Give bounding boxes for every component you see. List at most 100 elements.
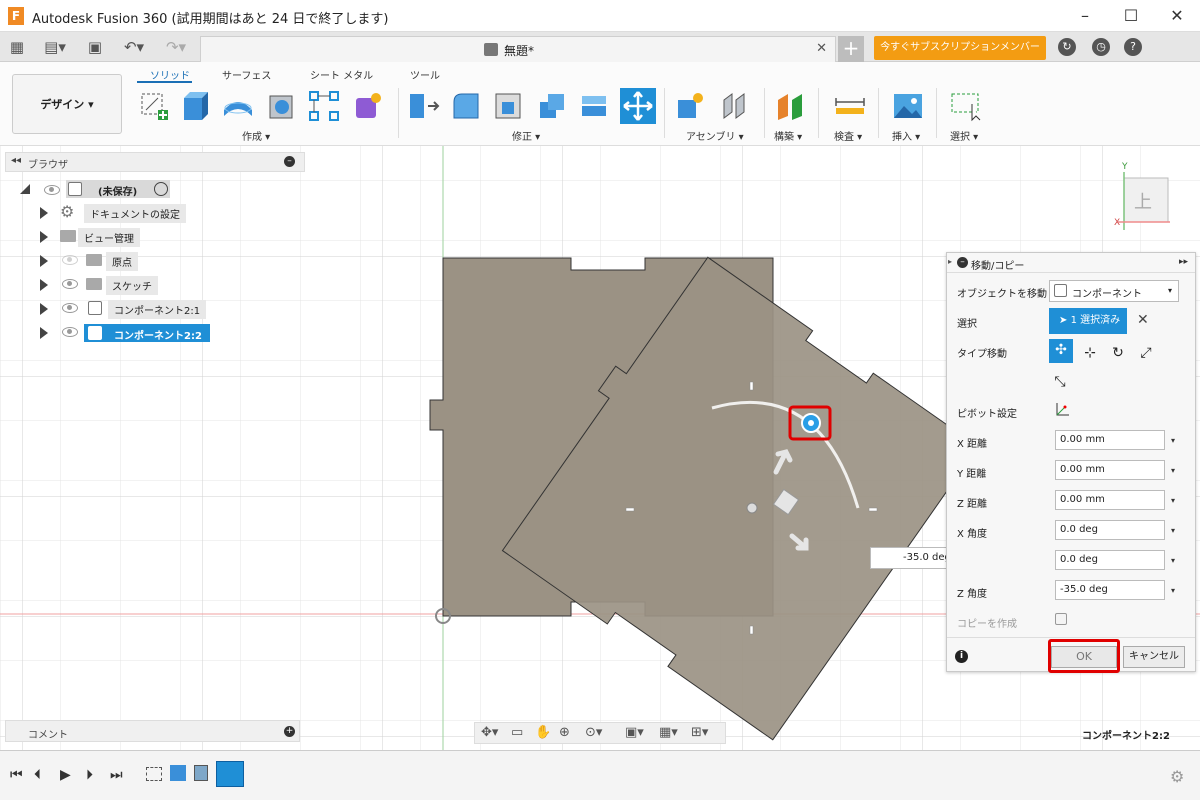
chevron-down-icon[interactable]: ▾	[1171, 496, 1175, 505]
workspace-switcher[interactable]: デザイン ▾	[12, 74, 122, 134]
free-move-icon[interactable]: ✣	[1049, 339, 1073, 363]
browser-panel-header[interactable]: ◂◂ ブラウザ –	[5, 152, 305, 172]
timeline-extrude-icon[interactable]	[170, 765, 186, 781]
pattern-icon[interactable]	[308, 90, 340, 122]
measure-icon[interactable]	[834, 90, 866, 122]
create-copy-checkbox[interactable]	[1055, 613, 1067, 625]
create-sketch-icon[interactable]	[138, 90, 170, 122]
browser-item-origin[interactable]: 原点	[40, 252, 280, 272]
browser-item-component-2-2[interactable]: コンポーネント2:2	[40, 324, 280, 344]
chevron-down-icon[interactable]: ▾	[1171, 526, 1175, 535]
group-select[interactable]: 選択 ▾	[950, 128, 978, 143]
chevron-down-icon[interactable]: ▾	[1171, 466, 1175, 475]
point-to-point-icon[interactable]: ⤢	[1135, 342, 1157, 364]
close-tab-icon[interactable]: ✕	[816, 41, 827, 56]
press-pull-icon[interactable]	[408, 90, 440, 122]
create-form-icon[interactable]	[352, 90, 384, 122]
chevron-down-icon[interactable]: ▾	[1171, 586, 1175, 595]
grid-settings-icon[interactable]: ▦▾	[659, 725, 678, 740]
collapse-browser-icon[interactable]: ◂◂	[11, 155, 21, 166]
select-window-icon[interactable]	[950, 90, 982, 122]
expand-triangle-icon[interactable]	[40, 327, 48, 339]
revolve-icon[interactable]	[222, 90, 254, 122]
fillet-icon[interactable]	[450, 90, 482, 122]
dialog-expand-icon[interactable]: ▸▸	[1179, 257, 1188, 267]
browser-item-sketches[interactable]: スケッチ	[40, 276, 280, 296]
expand-triangle-icon[interactable]	[40, 231, 48, 243]
browser-item-document-settings[interactable]: ⚙ ドキュメントの設定	[40, 204, 280, 224]
z-distance-input[interactable]: 0.00 mm	[1055, 490, 1165, 510]
dialog-header[interactable]: – 移動/コピー ▸ ▸▸	[947, 253, 1195, 273]
browser-item-component-2-1[interactable]: コンポーネント2:1	[40, 300, 280, 320]
timeline-settings-gear-icon[interactable]: ⚙	[1170, 767, 1184, 786]
go-to-end-icon[interactable]: ⏭	[110, 767, 123, 783]
selection-button[interactable]: ➤ 1 選択済み	[1049, 308, 1127, 334]
x-distance-input[interactable]: 0.00 mm	[1055, 430, 1165, 450]
visibility-eye-icon[interactable]	[62, 279, 78, 289]
viewcube-label[interactable]: 上	[1134, 188, 1152, 214]
activate-radio-icon[interactable]	[154, 182, 168, 196]
browser-root[interactable]: (未保存)	[20, 180, 280, 200]
redo-icon[interactable]: ↷▾	[160, 37, 192, 57]
point-to-position-icon[interactable]: ⤡	[1049, 371, 1071, 393]
tab-surface[interactable]: サーフェス	[222, 67, 271, 82]
go-to-start-icon[interactable]: ⏮	[10, 767, 23, 783]
offset-plane-icon[interactable]	[774, 90, 806, 122]
expand-triangle-icon[interactable]	[40, 303, 48, 315]
x-angle-input[interactable]: 0.0 deg	[1055, 520, 1165, 540]
chevron-down-icon[interactable]: ▾	[1171, 556, 1175, 565]
zoom-icon[interactable]: ⊕	[559, 725, 570, 740]
save-icon[interactable]: ▣	[86, 37, 104, 57]
combine-icon[interactable]	[536, 90, 568, 122]
group-create[interactable]: 作成 ▾	[242, 128, 270, 143]
comment-panel-header[interactable]: コメント +	[5, 720, 300, 742]
group-inspect[interactable]: 検査 ▾	[834, 128, 862, 143]
minimize-button[interactable]: –	[1062, 0, 1108, 32]
clear-selection-icon[interactable]: ✕	[1137, 312, 1149, 328]
rotate-icon[interactable]: ↻	[1107, 342, 1129, 364]
grid-menu-icon[interactable]: ▦	[8, 37, 26, 57]
tab-tools[interactable]: ツール	[410, 67, 440, 82]
job-status-icon[interactable]: ↻	[1058, 38, 1076, 56]
document-tab[interactable]: 無題* ✕	[200, 36, 836, 62]
new-tab-button[interactable]: +	[838, 36, 864, 62]
orbit-icon[interactable]: ✥▾	[481, 725, 498, 740]
visibility-eye-icon[interactable]	[44, 185, 60, 195]
group-insert[interactable]: 挿入 ▾	[892, 128, 920, 143]
visibility-eye-icon[interactable]	[62, 327, 78, 337]
set-pivot-icon[interactable]	[1053, 401, 1071, 419]
help-icon[interactable]: ?	[1124, 38, 1142, 56]
move-copy-icon[interactable]	[620, 88, 656, 124]
expand-triangle-icon[interactable]	[40, 255, 48, 267]
visibility-eye-icon[interactable]	[62, 303, 78, 313]
hidden-eye-icon[interactable]	[62, 255, 78, 265]
expand-triangle-icon[interactable]	[40, 207, 48, 219]
object-select[interactable]: コンポーネント ▾	[1049, 280, 1179, 302]
step-back-icon[interactable]: ⏴	[34, 767, 41, 783]
group-assembly[interactable]: アセンブリ ▾	[686, 128, 744, 143]
history-clock-icon[interactable]: ◷	[1092, 38, 1110, 56]
display-settings-icon[interactable]: ▣▾	[625, 725, 644, 740]
subscribe-button[interactable]: 今すぐサブスクリプションメンバーに...	[874, 36, 1046, 77]
extrude-icon[interactable]	[180, 90, 212, 122]
y-angle-input[interactable]: 0.0 deg	[1055, 550, 1165, 570]
offset-face-icon[interactable]	[578, 90, 610, 122]
chamfer-icon[interactable]	[492, 90, 524, 122]
browser-item-named-views[interactable]: ビュー管理	[40, 228, 280, 248]
pan-hand-icon[interactable]: ✋	[535, 725, 551, 740]
fit-icon[interactable]: ⊙▾	[585, 725, 602, 740]
z-angle-input[interactable]: -35.0 deg	[1055, 580, 1165, 600]
add-comment-icon[interactable]: +	[284, 726, 295, 737]
viewports-icon[interactable]: ⊞▾	[691, 725, 708, 740]
tab-sheet-metal[interactable]: シート メタル	[310, 67, 373, 82]
step-forward-icon[interactable]: ⏵	[86, 767, 93, 783]
y-distance-input[interactable]: 0.00 mm	[1055, 460, 1165, 480]
undo-icon[interactable]: ↶▾	[118, 37, 150, 57]
cancel-button[interactable]: キャンセル	[1123, 646, 1185, 668]
group-construct[interactable]: 構築 ▾	[774, 128, 802, 143]
expand-triangle-icon[interactable]	[40, 279, 48, 291]
collapse-triangle-icon[interactable]	[20, 184, 30, 194]
info-icon[interactable]: i	[955, 650, 968, 663]
chevron-down-icon[interactable]: ▾	[1171, 436, 1175, 445]
insert-image-icon[interactable]	[892, 90, 924, 122]
